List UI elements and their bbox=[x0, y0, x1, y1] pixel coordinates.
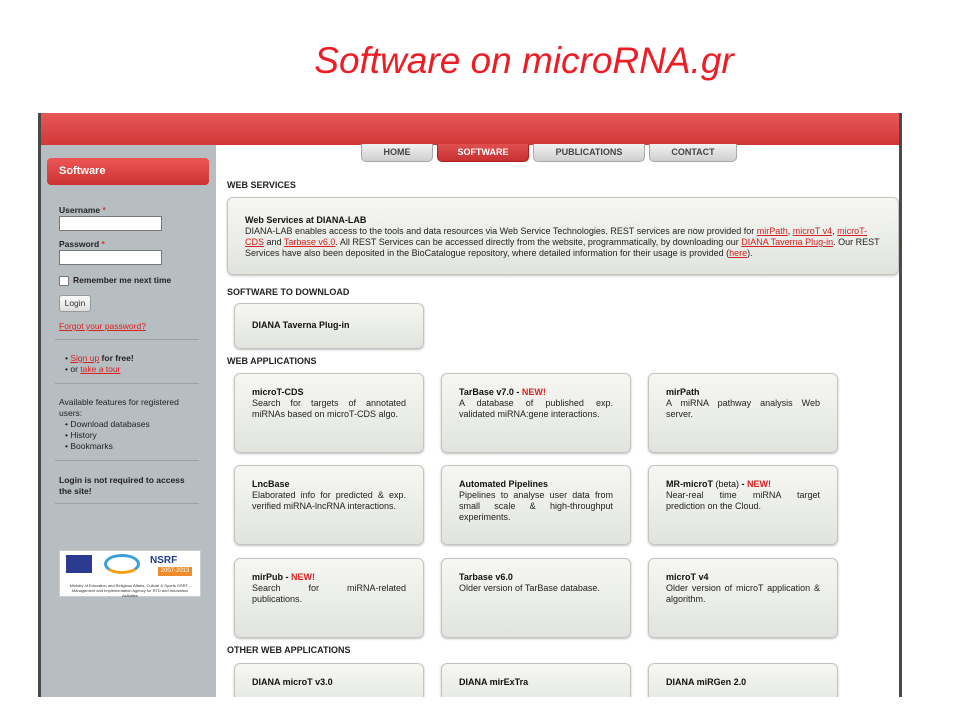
tour-line: • or take a tour bbox=[65, 364, 121, 374]
username-label: Username * bbox=[59, 205, 106, 215]
password-label: Password * bbox=[59, 239, 105, 249]
app-card[interactable]: mirPub - NEW! Search for miRNA-related p… bbox=[234, 558, 424, 638]
sidebar: Software Username * Password * Remember … bbox=[41, 145, 216, 697]
app-card[interactable]: mirPath A miRNA pathway analysis Web ser… bbox=[648, 373, 838, 453]
app-card-title: microT-CDS bbox=[252, 387, 304, 397]
app-card-desc: Elaborated info for predicted & exp. ver… bbox=[252, 490, 406, 511]
feature-item: • Download databases bbox=[65, 419, 150, 429]
features-intro: Available features for registered users: bbox=[59, 397, 179, 418]
other-app-title: DIANA mirExTra bbox=[459, 677, 529, 687]
web-services-card: Web Services at DIANA-LAB DIANA-LAB enab… bbox=[227, 197, 899, 275]
other-app-card[interactable]: DIANA miRGen 2.0 bbox=[648, 663, 838, 697]
feature-item: • History bbox=[65, 430, 97, 440]
microt-v4-link[interactable]: microT v4 bbox=[793, 226, 832, 236]
app-card-title: Automated Pipelines bbox=[459, 479, 549, 489]
section-web-services: WEB SERVICES bbox=[227, 180, 296, 190]
other-app-title: DIANA microT v3.0 bbox=[252, 677, 333, 687]
forgot-password-link[interactable]: Forgot your password? bbox=[59, 321, 146, 331]
app-card-desc: Near-real time miRNA target prediction o… bbox=[666, 490, 820, 511]
app-card-desc: Search for miRNA-related publications. bbox=[252, 583, 406, 604]
divider bbox=[55, 383, 199, 384]
tarbase-link[interactable]: Tarbase v6.0 bbox=[284, 237, 336, 247]
app-card[interactable]: microT-CDS Search for targets of annotat… bbox=[234, 373, 424, 453]
login-note: Login is not required to access the site… bbox=[59, 475, 185, 496]
app-card-desc: A miRNA pathway analysis Web server. bbox=[666, 398, 820, 419]
app-card-title: mirPub - NEW! bbox=[252, 572, 316, 582]
download-card-title: DIANA Taverna Plug-in bbox=[252, 320, 350, 330]
app-card-title: LncBase bbox=[252, 479, 290, 489]
tab-contact[interactable]: CONTACT bbox=[649, 144, 737, 162]
login-button[interactable]: Login bbox=[59, 295, 91, 312]
username-input[interactable] bbox=[59, 216, 162, 231]
other-app-card[interactable]: DIANA microT v3.0 bbox=[234, 663, 424, 697]
app-card-desc: A database of published exp. validated m… bbox=[459, 398, 613, 419]
section-software-download: SOFTWARE TO DOWNLOAD bbox=[227, 287, 350, 297]
other-app-card[interactable]: DIANA mirExTra bbox=[441, 663, 631, 697]
sidebar-header: Software bbox=[47, 158, 209, 185]
app-card-title: Tarbase v6.0 bbox=[459, 572, 513, 582]
feature-item: • Bookmarks bbox=[65, 441, 113, 451]
remember-label: Remember me next time bbox=[73, 275, 172, 285]
app-card-desc: Search for targets of annotated miRNAs b… bbox=[252, 398, 406, 419]
app-card[interactable]: Automated Pipelines Pipelines to analyse… bbox=[441, 465, 631, 545]
slide-title: Software on microRNA.gr bbox=[314, 40, 734, 81]
remember-checkbox[interactable] bbox=[59, 276, 69, 286]
signup-line: • Sign up for free! bbox=[65, 353, 134, 363]
divider bbox=[55, 339, 199, 340]
entrepreneurship-logo-icon bbox=[104, 554, 140, 574]
section-web-applications: WEB APPLICATIONS bbox=[227, 356, 317, 366]
logo-caption: Ministry of Education and Religious Affa… bbox=[69, 583, 191, 598]
app-card[interactable]: Tarbase v6.0 Older version of TarBase da… bbox=[441, 558, 631, 638]
section-other-web-applications: OTHER WEB APPLICATIONS bbox=[227, 645, 351, 655]
funding-logos: NSRF 2007-2013 Ministry of Education and… bbox=[59, 550, 201, 598]
web-services-text: DIANA-LAB enables access to the tools an… bbox=[245, 226, 880, 258]
here-link[interactable]: here bbox=[729, 248, 747, 258]
app-card[interactable]: LncBase Elaborated info for predicted & … bbox=[234, 465, 424, 545]
app-card-title: mirPath bbox=[666, 387, 700, 397]
app-card[interactable]: microT v4 Older version of microT applic… bbox=[648, 558, 838, 638]
tour-link[interactable]: take a tour bbox=[80, 364, 120, 374]
tab-home[interactable]: HOME bbox=[361, 144, 433, 162]
divider bbox=[55, 503, 199, 504]
app-card-title: microT v4 bbox=[666, 572, 709, 582]
main-nav: HOME SOFTWARE PUBLICATIONS CONTACT bbox=[361, 144, 737, 164]
other-app-title: DIANA miRGen 2.0 bbox=[666, 677, 747, 687]
taverna-link[interactable]: DIANA Taverna Plug-in bbox=[741, 237, 833, 247]
browser-screenshot: HOME SOFTWARE PUBLICATIONS CONTACT Softw… bbox=[38, 113, 902, 697]
app-card-desc: Older version of microT application & al… bbox=[666, 583, 820, 604]
app-card-title: MR-microT (beta) - NEW! bbox=[666, 479, 772, 489]
eu-flag-icon bbox=[66, 555, 92, 573]
signup-link[interactable]: Sign up bbox=[70, 353, 99, 363]
mirpath-link[interactable]: mirPath bbox=[757, 226, 788, 236]
app-card-desc: Older version of TarBase database. bbox=[459, 583, 600, 593]
app-card[interactable]: MR-microT (beta) - NEW! Near-real time m… bbox=[648, 465, 838, 545]
app-card-desc: Pipelines to analyse user data from smal… bbox=[459, 490, 613, 522]
site-header-bar bbox=[41, 113, 899, 145]
nsrf-logo: NSRF bbox=[150, 555, 178, 566]
tab-software[interactable]: SOFTWARE bbox=[437, 144, 529, 162]
app-card-title: TarBase v7.0 - NEW! bbox=[459, 387, 546, 397]
web-services-title: Web Services at DIANA-LAB bbox=[245, 215, 367, 225]
app-card[interactable]: TarBase v7.0 - NEW! A database of publis… bbox=[441, 373, 631, 453]
divider bbox=[55, 460, 199, 461]
download-card-taverna[interactable]: DIANA Taverna Plug-in bbox=[234, 303, 424, 349]
nsrf-years: 2007-2013 bbox=[158, 567, 192, 576]
tab-publications[interactable]: PUBLICATIONS bbox=[533, 144, 645, 162]
password-input[interactable] bbox=[59, 250, 162, 265]
